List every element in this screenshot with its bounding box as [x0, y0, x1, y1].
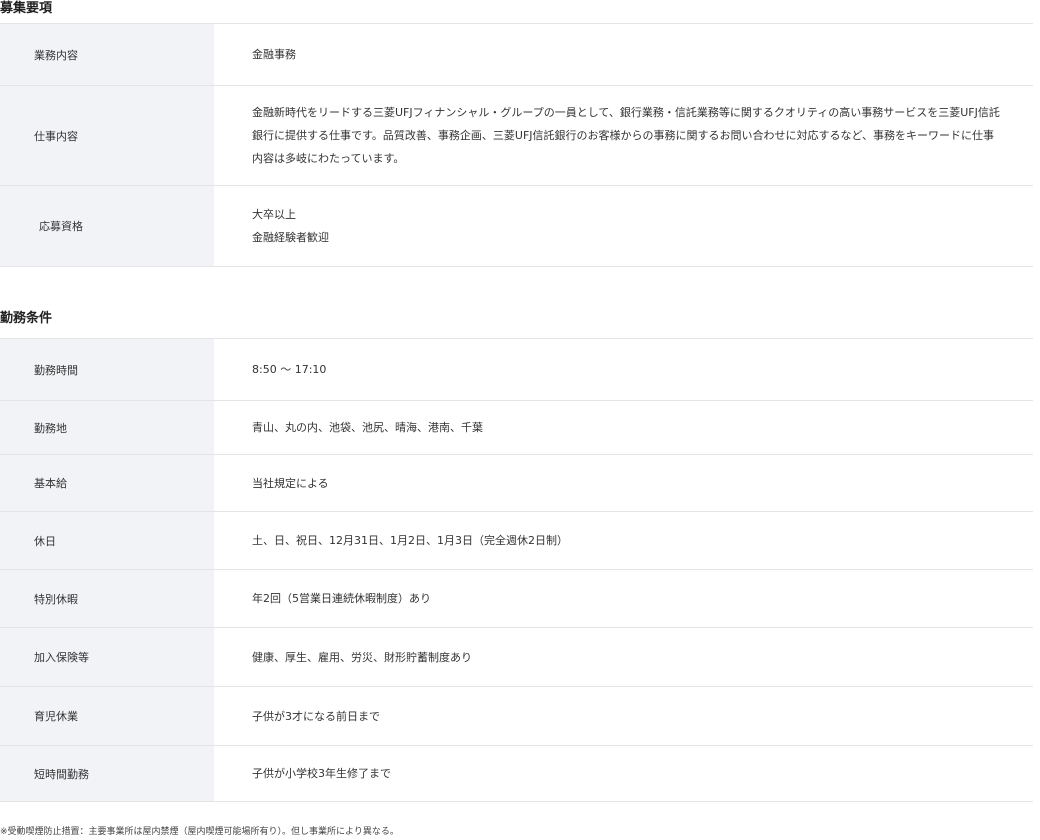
recruitment-table: 業務内容 金融事務 仕事内容 金融新時代をリードする三菱UFJフィナンシャル・グ…	[0, 23, 1033, 267]
row-value-qualifications: 大卒以上 金融経験者歓迎	[214, 186, 1033, 266]
table-row: 仕事内容 金融新時代をリードする三菱UFJフィナンシャル・グループの一員として、…	[0, 86, 1033, 186]
table-row: 育児休業 子供が3才になる前日まで	[0, 687, 1033, 746]
row-value-working-hours: 8:50 〜 17:10	[214, 339, 1033, 400]
table-row: 特別休暇 年2回（5営業日連続休暇制度）あり	[0, 570, 1033, 628]
row-label-insurance: 加入保険等	[0, 628, 214, 686]
row-value-insurance: 健康、厚生、雇用、労災、財形貯蓄制度あり	[214, 628, 1033, 686]
row-label-holidays: 休日	[0, 512, 214, 569]
row-value-childcare-leave: 子供が3才になる前日まで	[214, 687, 1033, 745]
value-line: 8:50 〜 17:10	[252, 363, 327, 376]
table-row: 応募資格 大卒以上 金融経験者歓迎	[0, 186, 1033, 267]
value-line: 青山、丸の内、池袋、池尻、晴海、港南、千葉	[252, 421, 483, 434]
conditions-table: 勤務時間 8:50 〜 17:10 勤務地 青山、丸の内、池袋、池尻、晴海、港南…	[0, 338, 1033, 802]
row-label-special-leave: 特別休暇	[0, 570, 214, 627]
row-value-job-description: 金融新時代をリードする三菱UFJフィナンシャル・グループの一員として、銀行業務・…	[214, 86, 1033, 185]
table-row: 休日 土、日、祝日、12月31日、1月2日、1月3日（完全週休2日制）	[0, 512, 1033, 570]
row-label-business: 業務内容	[0, 24, 214, 85]
value-line: 子供が3才になる前日まで	[252, 709, 380, 723]
row-label-short-hours: 短時間勤務	[0, 746, 214, 801]
value-line: 年2回（5営業日連続休暇制度）あり	[252, 592, 431, 605]
value-line: 大卒以上	[252, 208, 296, 221]
row-value-holidays: 土、日、祝日、12月31日、1月2日、1月3日（完全週休2日制）	[214, 512, 1033, 569]
value-line: 当社規定による	[252, 476, 329, 490]
row-value-special-leave: 年2回（5営業日連続休暇制度）あり	[214, 570, 1033, 627]
row-value-base-salary: 当社規定による	[214, 455, 1033, 511]
value-line: 金融経験者歓迎	[252, 231, 329, 244]
value-line: 土、日、祝日、12月31日、1月2日、1月3日（完全週休2日制）	[252, 534, 568, 547]
row-value-business: 金融事務	[214, 24, 1033, 85]
row-label-childcare-leave: 育児休業	[0, 687, 214, 745]
value-line: 金融事務	[252, 48, 296, 61]
value-line: 健康、厚生、雇用、労災、財形貯蓄制度あり	[252, 650, 472, 664]
table-row: 勤務地 青山、丸の内、池袋、池尻、晴海、港南、千葉	[0, 401, 1033, 455]
row-label-working-hours: 勤務時間	[0, 339, 214, 400]
table-row: 短時間勤務 子供が小学校3年生修了まで	[0, 746, 1033, 802]
row-value-short-hours: 子供が小学校3年生修了まで	[214, 746, 1033, 801]
table-row: 業務内容 金融事務	[0, 24, 1033, 86]
value-paragraph: 金融新時代をリードする三菱UFJフィナンシャル・グループの一員として、銀行業務・…	[252, 106, 1000, 165]
conditions-section-title: 勤務条件	[0, 311, 53, 326]
table-row: 基本給 当社規定による	[0, 455, 1033, 512]
recruitment-section-title: 募集要項	[0, 1, 53, 16]
row-value-work-location: 青山、丸の内、池袋、池尻、晴海、港南、千葉	[214, 401, 1033, 454]
table-row: 勤務時間 8:50 〜 17:10	[0, 339, 1033, 401]
row-label-base-salary: 基本給	[0, 455, 214, 511]
smoking-policy-footnote: ※受動喫煙防止措置：主要事業所は屋内禁煙（屋内喫煙可能場所有り）。但し事業所によ…	[0, 827, 399, 837]
row-label-qualifications: 応募資格	[0, 186, 214, 266]
table-row: 加入保険等 健康、厚生、雇用、労災、財形貯蓄制度あり	[0, 628, 1033, 687]
row-label-work-location: 勤務地	[0, 401, 214, 454]
value-line: 子供が小学校3年生修了まで	[252, 767, 391, 780]
row-label-job-description: 仕事内容	[0, 86, 214, 185]
